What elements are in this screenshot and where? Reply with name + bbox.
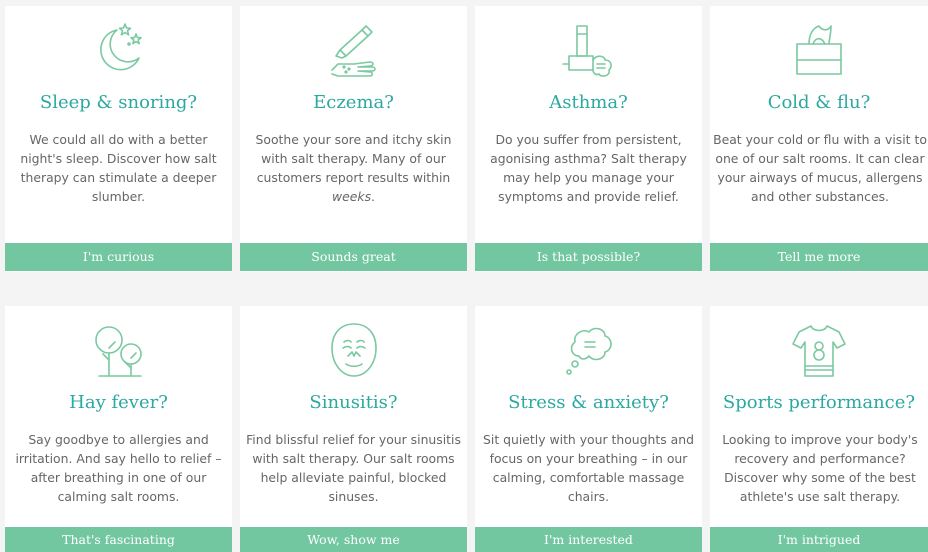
card-description: We could all do with a better night's sl… xyxy=(20,132,217,204)
cream-hand-icon xyxy=(324,20,384,80)
card-title: Eczema? xyxy=(313,92,394,113)
card-description: Sit quietly with your thoughts and focus… xyxy=(483,432,694,504)
card-description: Soothe your sore and itchy skin with sal… xyxy=(255,132,452,204)
card-description: Do you suffer from persistent, agonising… xyxy=(490,132,687,204)
card-sports-performance: Sports performance? Looking to improve y… xyxy=(710,306,928,552)
card-description: Find blissful relief for your sinusitis … xyxy=(246,432,461,504)
thats-fascinating-button[interactable]: That's fascinating xyxy=(5,527,232,552)
card-cold-flu: Cold & flu? Beat your cold or flu with a… xyxy=(710,6,928,272)
card-description: Say goodbye to allergies and irritation.… xyxy=(15,432,222,504)
card-title: Sleep & snoring? xyxy=(39,92,198,113)
moon-stars-icon xyxy=(89,20,149,80)
card-title: Sinusitis? xyxy=(309,392,398,413)
thought-bubble-icon xyxy=(559,320,619,380)
card-title: Hay fever? xyxy=(69,392,168,413)
tell-me-more-button[interactable]: Tell me more xyxy=(710,243,928,271)
card-sleep-snoring: Sleep & snoring? We could all do with a … xyxy=(5,6,232,272)
im-curious-button[interactable]: I'm curious xyxy=(5,243,232,271)
card-title: Asthma? xyxy=(549,92,628,113)
card-title: Cold & flu? xyxy=(767,92,871,113)
wow-show-me-button[interactable]: Wow, show me xyxy=(240,527,467,552)
card-hay-fever: Hay fever? Say goodbye to allergies and … xyxy=(5,306,232,552)
sports-shirt-icon xyxy=(789,320,849,380)
card-sinusitis: Sinusitis? Find blissful relief for your… xyxy=(240,306,467,552)
card-eczema: Eczema? Soothe your sore and itchy skin … xyxy=(240,6,467,272)
inhaler-icon xyxy=(559,20,619,80)
sounds-great-button[interactable]: Sounds great xyxy=(240,243,467,271)
card-description: Looking to improve your body's recovery … xyxy=(722,432,918,504)
im-intrigued-button[interactable]: I'm intrigued xyxy=(710,527,928,552)
card-stress-anxiety: Stress & anxiety? Sit quietly with your … xyxy=(475,306,702,552)
trees-icon xyxy=(89,320,149,380)
is-that-possible-button[interactable]: Is that possible? xyxy=(475,243,702,271)
tissue-box-icon xyxy=(789,20,849,80)
card-asthma: Asthma? Do you suffer from persistent, a… xyxy=(475,6,702,272)
card-description: Beat your cold or flu with a visit to on… xyxy=(713,132,927,204)
im-interested-button[interactable]: I'm interested xyxy=(475,527,702,552)
card-title: Sports performance? xyxy=(722,392,916,413)
card-title: Stress & anxiety? xyxy=(508,392,669,413)
face-mask-icon xyxy=(324,320,384,380)
